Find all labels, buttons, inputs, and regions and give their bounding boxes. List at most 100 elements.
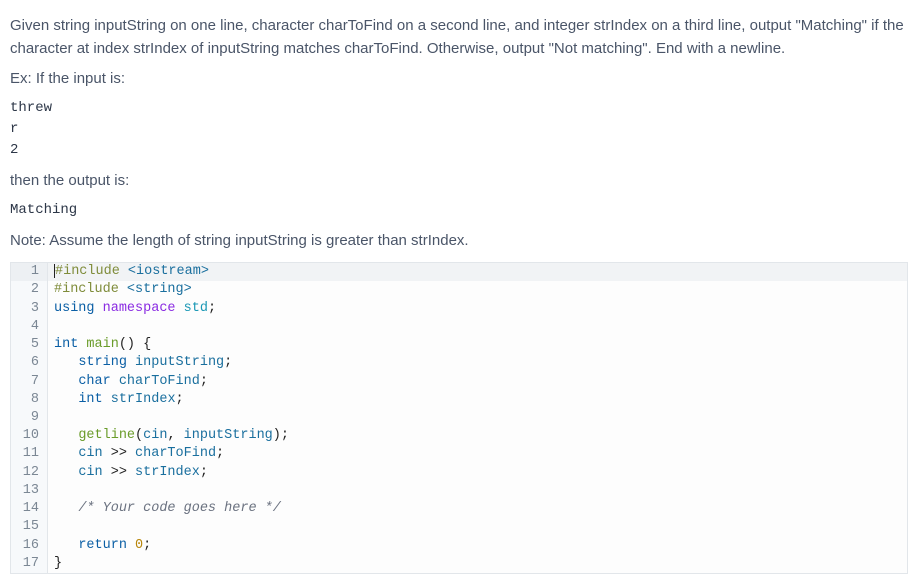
code-content[interactable]: string inputString; — [47, 354, 907, 372]
code-token: inputString — [184, 428, 273, 443]
code-content[interactable]: using namespace std; — [47, 300, 907, 318]
line-number: 12 — [11, 464, 47, 482]
code-line[interactable]: 16 return 0; — [11, 537, 907, 555]
code-line[interactable]: 14 /* Your code goes here */ — [11, 500, 907, 518]
code-token: () { — [119, 337, 151, 352]
code-token — [95, 301, 103, 316]
code-editor[interactable]: 1#include <iostream>2#include <string>3u… — [10, 262, 908, 574]
code-token: return — [78, 538, 127, 553]
code-line[interactable]: 11 cin >> charToFind; — [11, 445, 907, 463]
code-line[interactable]: 1#include <iostream> — [11, 263, 907, 281]
example-output-block: Matching — [10, 200, 908, 221]
code-token: ; — [208, 301, 216, 316]
code-token: strIndex — [135, 465, 200, 480]
code-content[interactable]: #include <iostream> — [47, 263, 907, 281]
code-token — [111, 374, 119, 389]
code-token: } — [54, 556, 62, 571]
line-number: 3 — [11, 300, 47, 318]
code-token: namespace — [103, 301, 176, 316]
code-token: #include — [54, 282, 127, 297]
code-line[interactable]: 5int main() { — [11, 336, 907, 354]
code-content[interactable] — [47, 409, 907, 427]
code-token: ( — [135, 428, 143, 443]
code-content[interactable]: getline(cin, inputString); — [47, 427, 907, 445]
code-token: charToFind — [119, 374, 200, 389]
code-line[interactable]: 17} — [11, 555, 907, 573]
code-token: ; — [143, 538, 151, 553]
code-token: getline — [78, 428, 135, 443]
line-number: 10 — [11, 427, 47, 445]
code-line[interactable]: 13 — [11, 482, 907, 500]
code-content[interactable] — [47, 482, 907, 500]
code-line[interactable]: 2#include <string> — [11, 281, 907, 299]
code-line[interactable]: 7 char charToFind; — [11, 373, 907, 391]
code-token: int — [78, 392, 102, 407]
line-number: 15 — [11, 518, 47, 536]
code-token — [54, 392, 78, 407]
code-token: int — [54, 337, 78, 352]
line-number: 6 — [11, 354, 47, 372]
code-token: ; — [224, 355, 232, 370]
code-token: <iostream> — [128, 264, 209, 279]
code-content[interactable]: } — [47, 555, 907, 573]
code-token: string — [78, 355, 127, 370]
line-number: 1 — [11, 263, 47, 281]
code-token — [54, 538, 78, 553]
code-token: ; — [200, 374, 208, 389]
code-token: /* Your code goes here */ — [78, 501, 281, 516]
code-token: cin — [78, 446, 102, 461]
code-token: ; — [176, 392, 184, 407]
line-number: 2 — [11, 281, 47, 299]
code-token: ; — [200, 465, 208, 480]
code-token — [54, 501, 78, 516]
code-token: ; — [216, 446, 224, 461]
code-token — [127, 355, 135, 370]
line-number: 14 — [11, 500, 47, 518]
code-token — [54, 428, 78, 443]
then-label: then the output is: — [10, 169, 908, 192]
code-token: 0 — [135, 538, 143, 553]
line-number: 8 — [11, 391, 47, 409]
code-token: <string> — [127, 282, 192, 297]
code-line[interactable]: 8 int strIndex; — [11, 391, 907, 409]
line-number: 17 — [11, 555, 47, 573]
code-line[interactable]: 9 — [11, 409, 907, 427]
code-token: using — [54, 301, 95, 316]
code-content[interactable]: /* Your code goes here */ — [47, 500, 907, 518]
code-token: char — [78, 374, 110, 389]
code-token: strIndex — [111, 392, 176, 407]
line-number: 13 — [11, 482, 47, 500]
code-line[interactable]: 10 getline(cin, inputString); — [11, 427, 907, 445]
code-content[interactable]: #include <string> — [47, 281, 907, 299]
line-number: 4 — [11, 318, 47, 336]
code-token: inputString — [135, 355, 224, 370]
code-token: >> — [103, 465, 135, 480]
code-content[interactable]: return 0; — [47, 537, 907, 555]
code-content[interactable]: cin >> strIndex; — [47, 464, 907, 482]
note-wrap: Note: Assume the length of string inputS… — [10, 229, 908, 252]
code-line[interactable]: 6 string inputString; — [11, 354, 907, 372]
problem-description: Given string inputString on one line, ch… — [10, 14, 908, 61]
code-line[interactable]: 12 cin >> strIndex; — [11, 464, 907, 482]
code-line[interactable]: 3using namespace std; — [11, 300, 907, 318]
code-token — [103, 392, 111, 407]
code-content[interactable]: cin >> charToFind; — [47, 445, 907, 463]
code-token: cin — [78, 465, 102, 480]
code-line[interactable]: 15 — [11, 518, 907, 536]
line-number: 16 — [11, 537, 47, 555]
code-token — [127, 538, 135, 553]
code-content[interactable]: int main() { — [47, 336, 907, 354]
code-token: main — [86, 337, 118, 352]
line-number: 5 — [11, 336, 47, 354]
code-content[interactable] — [47, 518, 907, 536]
code-token: >> — [103, 446, 135, 461]
code-content[interactable]: int strIndex; — [47, 391, 907, 409]
example-input-block: threw r 2 — [10, 98, 908, 161]
code-token: charToFind — [135, 446, 216, 461]
code-content[interactable]: char charToFind; — [47, 373, 907, 391]
code-line[interactable]: 4 — [11, 318, 907, 336]
code-token — [54, 374, 78, 389]
code-token: , — [167, 428, 183, 443]
code-token — [54, 446, 78, 461]
code-content[interactable] — [47, 318, 907, 336]
